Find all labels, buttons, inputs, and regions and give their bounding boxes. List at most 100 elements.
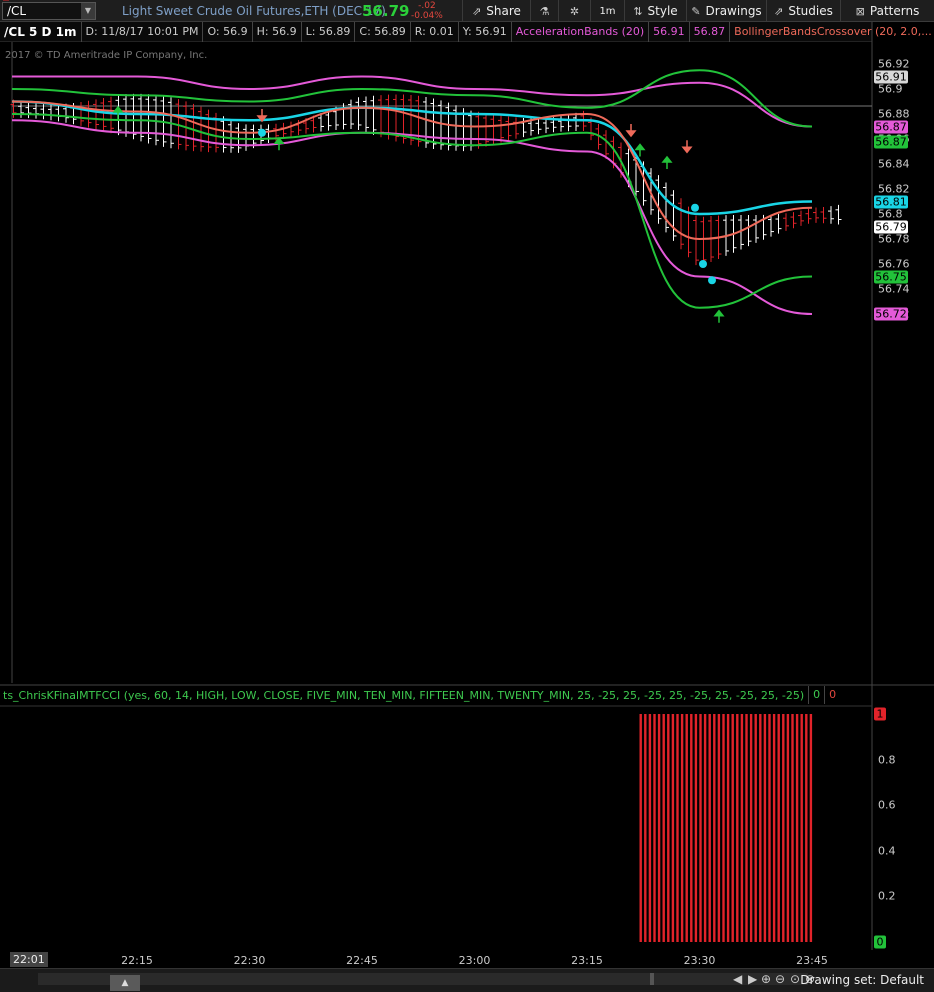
cci-bar (791, 714, 794, 942)
cci-bar (763, 714, 767, 942)
bottom-bar: ▲ ◀ ▶ ⊕ ⊖ ⊙ ⊗ Drawing set: Default (0, 968, 934, 992)
price-badge: 56.91 (874, 70, 908, 83)
sell-arrow-icon (625, 124, 637, 138)
cci-bar (786, 714, 790, 942)
sell-arrow-icon (681, 140, 693, 154)
cci-bar (639, 714, 642, 942)
time-tick-label: 22:45 (346, 954, 378, 967)
scroll-marker (650, 973, 654, 985)
lower-tick-label: 0.8 (878, 753, 896, 767)
zoom-out-icon[interactable]: ⊖ (775, 972, 785, 986)
price-tick-label: 56.78 (878, 232, 910, 246)
cci-bar (745, 714, 748, 942)
cci-bar (800, 714, 803, 942)
cci-bar (671, 714, 675, 942)
indicator-line (12, 75, 813, 128)
lower-tick-label: 0.6 (878, 798, 896, 812)
cci-bar (740, 714, 744, 942)
price-tick-label: 56.92 (878, 57, 910, 71)
lower-study-value-2: 0 (824, 686, 840, 704)
cci-bar (680, 714, 684, 942)
zoom-right-icon[interactable]: ▶ (748, 972, 757, 986)
time-tick-label: 23:15 (571, 954, 603, 967)
scroll-thumb[interactable]: ▲ (110, 975, 140, 991)
zoom-left-icon[interactable]: ◀ (733, 972, 742, 986)
lower-study-title[interactable]: ts_ChrisKFinalMTFCCI (yes, 60, 14, HIGH,… (0, 689, 808, 702)
lower-study-value-1: 0 (808, 686, 824, 704)
lower-badge: 0 (874, 935, 886, 949)
chart-scrollbar[interactable]: ▲ (38, 973, 808, 991)
crossover-dot (691, 203, 699, 212)
cci-bar (777, 714, 780, 942)
cci-bar (759, 714, 762, 942)
indicator-line (11, 100, 813, 241)
cci-bar (667, 714, 670, 942)
cci-bar (713, 714, 716, 942)
lower-tick-label: 0.2 (878, 889, 896, 903)
crossover-dot (708, 276, 716, 285)
price-badge: 56.81 (874, 195, 908, 208)
buy-arrow-icon (634, 143, 646, 157)
cci-bar (768, 714, 771, 942)
cci-bar (772, 714, 776, 942)
time-tick-label: 22:15 (121, 954, 153, 967)
indicator-line (11, 100, 813, 216)
lower-badge: 1 (874, 707, 886, 721)
crossover-dot (258, 128, 266, 137)
cci-bar (809, 714, 813, 942)
time-tick-label: 22:30 (233, 954, 266, 967)
time-axis-start: 22:01 (10, 952, 48, 967)
indicator-lines (11, 69, 813, 315)
price-tick-label: 56.88 (878, 107, 910, 121)
cci-bar (731, 714, 734, 942)
cci-bar (795, 714, 799, 942)
time-tick-label: 23:00 (458, 954, 491, 967)
cci-bar (690, 714, 693, 942)
price-chart[interactable] (0, 0, 934, 992)
price-badge: 56.72 (874, 307, 908, 321)
cci-bar (657, 714, 661, 942)
cci-bar (694, 714, 698, 942)
cci-bar (676, 714, 679, 942)
zoom-in-icon[interactable]: ⊕ (761, 972, 771, 986)
cci-bar (653, 714, 656, 942)
time-tick-label: 23:30 (683, 954, 716, 967)
cci-bar (708, 714, 711, 942)
cci-bar (754, 714, 757, 942)
price-tick-label: 56.9 (878, 82, 903, 96)
cci-bar (662, 714, 665, 942)
cci-bar (648, 714, 652, 942)
magnifier-icon[interactable]: ⊙ (790, 972, 800, 986)
price-tick-label: 56.8 (878, 207, 903, 221)
price-tick-label: 56.74 (878, 282, 910, 296)
lower-tick-label: 0.4 (878, 844, 896, 858)
price-badge: 56.79 (874, 220, 908, 233)
mtf-cci-bars (639, 714, 813, 942)
crossover-dot (699, 260, 707, 268)
cci-bar (805, 714, 808, 942)
cci-bar (685, 714, 688, 942)
buy-arrow-icon (661, 155, 673, 169)
buy-arrow-icon (713, 309, 725, 323)
price-tick-label: 56.76 (878, 257, 910, 271)
cci-bar (726, 714, 730, 942)
price-axis[interactable]: 56.9256.956.8856.8656.8456.8256.856.7856… (872, 0, 934, 950)
cci-bar (736, 714, 739, 942)
price-badge: 56.87 (874, 120, 908, 133)
indicator-line (11, 113, 813, 309)
cci-bar (717, 714, 721, 942)
price-tick-label: 56.82 (878, 182, 910, 196)
lower-study-header: ts_ChrisKFinalMTFCCI (yes, 60, 14, HIGH,… (0, 686, 840, 704)
cci-bar (703, 714, 707, 942)
indicator-line (11, 119, 813, 315)
cci-bar (699, 714, 702, 942)
price-badge: 56.87 (874, 135, 908, 148)
time-axis[interactable]: 22:01 22:15 22:30 22:45 23:00 23:15 23:30 23:4… (0, 950, 934, 970)
cci-bar (749, 714, 753, 942)
price-tick-label: 56.84 (878, 157, 910, 171)
cci-bar (644, 714, 647, 942)
time-tick-label: 23:45 (796, 954, 828, 967)
drawing-set-label[interactable]: Drawing set: Default (800, 973, 924, 987)
cci-bar (782, 714, 785, 942)
price-badge: 56.75 (874, 270, 908, 283)
